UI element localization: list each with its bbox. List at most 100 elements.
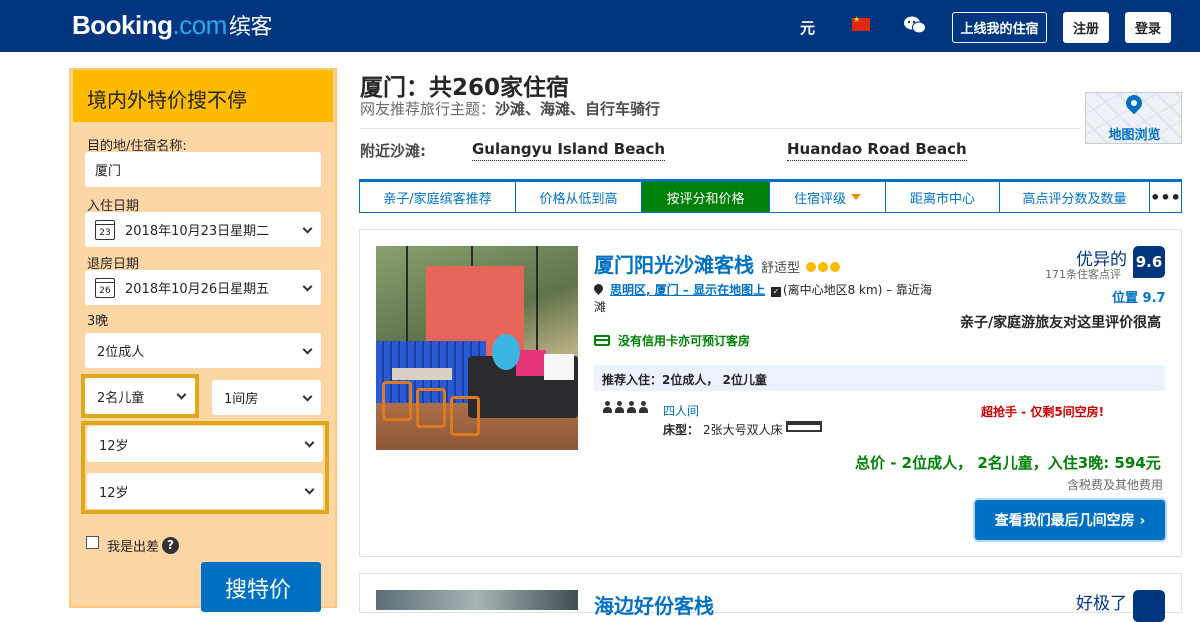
hotel-name-link[interactable]: 厦门阳光沙滩客栈 [594,249,754,278]
star-icon [818,262,828,272]
photo-table [392,368,452,380]
child-age-select-1[interactable]: 12岁 [87,426,323,462]
scarcity-badge: 超抢手 - 仅剩5间空房! [981,405,1105,419]
location-pin-icon [592,282,605,295]
map-view-label: 地图浏览 [1108,128,1161,143]
beach-link-huandao[interactable]: Huandao Road Beach [787,140,967,161]
review-score-badge[interactable]: 9.6 [1133,246,1165,278]
location-score: 位置 9.7 [1112,291,1166,306]
photo-pillow [544,354,574,380]
chevron-down-icon [302,344,313,355]
map-view-button[interactable]: 地图浏览 [1085,91,1182,144]
nights-count: 3晚 [87,314,109,329]
china-flag-icon[interactable] [852,15,870,31]
checkout-date-select[interactable]: 26 2018年10月26日星期五 [85,270,321,305]
photo-pillow [516,350,546,376]
children-select[interactable]: 2名儿童 [85,378,195,414]
chevron-down-icon [304,484,315,495]
checkout-date-value: 2018年10月26日星期五 [125,282,270,297]
sort-tabs: 亲子/家庭缤客推荐 价格从低到高 按评分和价格 住宿评级 距离市中心 高点评分数… [359,179,1182,213]
room-type-link[interactable]: 四人间 [663,402,699,419]
check-icon: ✓ [770,287,781,297]
hotel-photo[interactable] [376,246,578,450]
login-button[interactable]: 登录 [1125,12,1171,43]
business-trip-checkbox[interactable] [86,536,99,549]
photo-chair [382,381,412,421]
hotel-type: 舒适型 [761,261,801,276]
photo-chair [416,388,446,428]
rooms-select[interactable]: 1间房 [212,380,321,415]
tab-distance-center[interactable]: 距离市中心 [886,182,1000,212]
page-title: 厦门：共260家住宿 [360,75,570,101]
review-word: 好极了 [1076,594,1127,614]
list-property-button[interactable]: 上线我的住宿 [952,12,1047,43]
tab-score-and-price[interactable]: 按评分和价格 [642,182,770,212]
tab-top-reviewed[interactable]: 高点评分数及数量 [1000,182,1150,212]
beach-link-gulangyu[interactable]: Gulangyu Island Beach [472,140,666,161]
calendar-icon: 23 [95,219,115,240]
currency-selector[interactable]: 元 [800,17,815,38]
no-credit-card-note: 没有信用卡亦可预订客房 [594,332,750,349]
photo-window-frame [536,246,538,356]
subtitle-themes: 沙滩、海滩、自行车骑行 [495,100,661,118]
recommended-occupancy: 推荐入住：2位成人， 2位儿童 [594,365,1165,391]
calendar-icon: 26 [95,277,115,298]
star-icon [806,262,816,272]
tab-star-rating[interactable]: 住宿评级 [770,182,886,212]
hotel-photo[interactable] [376,590,578,610]
show-on-map-link[interactable]: 思明区, 厦门 – 显示在地图上 [610,283,765,297]
person-icon [638,401,648,413]
register-button[interactable]: 注册 [1063,12,1109,43]
child-age-value: 12岁 [99,485,129,501]
page-subtitle: 网友推荐旅行主题：沙滩、海滩、自行车骑行 [360,98,660,119]
checkin-date-value: 2018年10月23日星期二 [125,224,270,239]
adults-value: 2位成人 [97,345,145,360]
wechat-icon[interactable] [904,16,926,34]
tax-note: 含税费及其他费用 [1067,478,1164,492]
family-rating-note: 亲子/家庭游旅友对这里评价很高 [960,315,1162,331]
star-icon [830,262,840,272]
more-tabs-button[interactable]: ••• [1150,182,1181,212]
help-icon[interactable]: ? [162,537,179,554]
tab-family-recommended[interactable]: 亲子/家庭缤客推荐 [360,182,516,212]
subtitle-prefix: 网友推荐旅行主题： [360,100,496,118]
child-age-select-2[interactable]: 12岁 [87,473,323,509]
nearby-beach-label: 附近沙滩: [360,142,426,160]
no-credit-card-text: 没有信用卡亦可预订客房 [618,334,751,348]
child-age-value: 12岁 [99,438,129,454]
view-rooms-button[interactable]: 查看我们最后几间空房 › [975,500,1165,540]
chevron-down-icon [302,281,313,292]
caret-down-icon [851,194,861,200]
divider [360,128,1080,129]
destination-input[interactable]: 厦门 [85,152,321,187]
business-trip-label: 我是出差 [107,540,160,555]
person-icon [614,401,624,413]
chevron-down-icon [176,389,187,400]
hotel-name-link[interactable]: 海边好份客栈 [594,590,714,619]
tab-star-rating-label: 住宿评级 [793,191,846,207]
star-rating [806,262,840,272]
sidebar-title: 境内外特价搜不停 [73,70,333,122]
children-value: 2名儿童 [97,390,145,406]
checkin-date-select[interactable]: 23 2018年10月23日星期二 [85,212,321,247]
occupancy-icons [602,401,648,413]
review-count[interactable]: 171条住客点评 [1045,266,1121,282]
photo-plush-toy [492,334,520,370]
photo-chair [450,396,480,436]
person-icon [602,401,612,413]
booking-logo[interactable]: Booking.com缤客 [72,9,272,41]
photo-window-frame [406,246,408,356]
search-button[interactable]: 搜特价 [201,562,321,612]
chevron-down-icon [302,223,313,234]
hotel-location: 思明区, 厦门 – 显示在地图上 ✓ (离中心地区8 km) – 靠近海滩 [592,282,934,316]
tab-price-low-high[interactable]: 价格从低到高 [516,182,642,212]
rooms-value: 1间房 [224,392,259,407]
chevron-down-icon [302,391,313,402]
adults-select[interactable]: 2位成人 [85,333,321,368]
bed-type-value: 2张大号双人床 [703,423,783,437]
review-score-badge[interactable] [1133,590,1165,622]
bed-type-label: 床型： [663,423,700,437]
credit-card-icon [594,335,610,346]
total-price: 总价 - 2位成人， 2名儿童，入住3晚: 594元 [855,454,1161,472]
bed-icon [786,421,822,432]
